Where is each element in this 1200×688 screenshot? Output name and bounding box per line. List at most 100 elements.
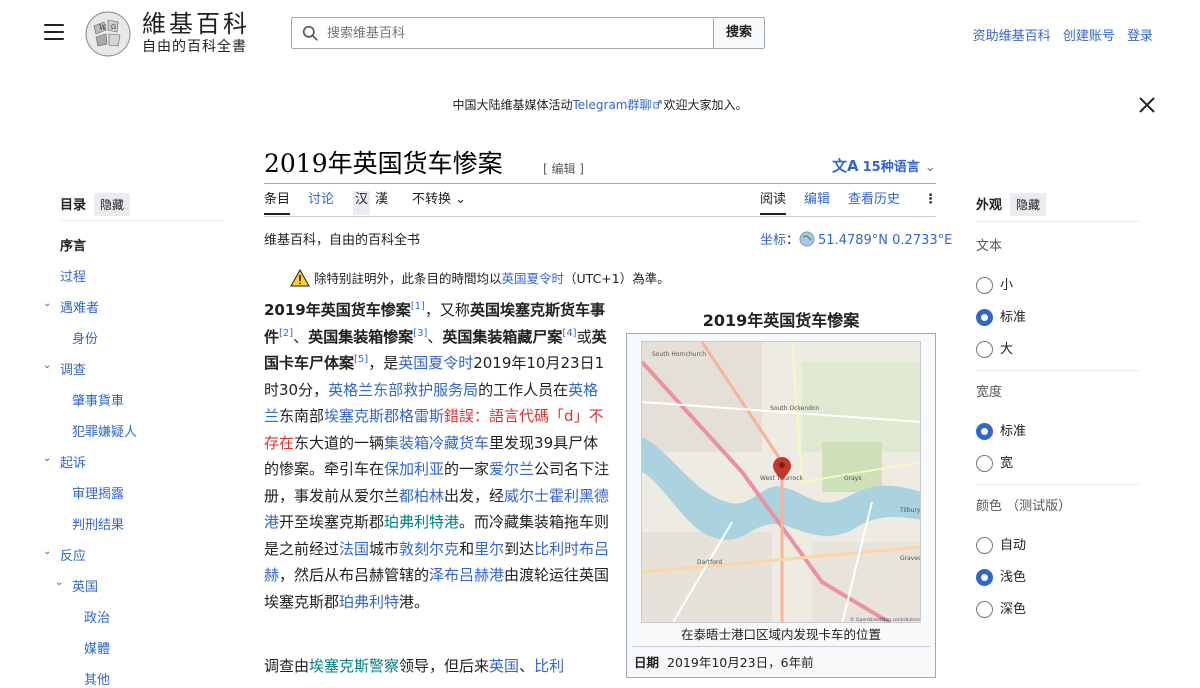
radio-option[interactable]: 宽 [976, 452, 1013, 472]
donate-link[interactable]: 资助维基百科 [973, 29, 1051, 44]
chevron-down-icon[interactable]: ⌄ [55, 577, 63, 588]
radio-label: 标准 [1000, 424, 1027, 439]
article-link[interactable]: 集装箱冷藏货车 [384, 434, 489, 452]
tab-history[interactable]: 查看历史 [848, 191, 900, 215]
toc-hide-button[interactable]: 隐藏 [94, 193, 131, 216]
citation-link[interactable]: [2] [279, 328, 293, 339]
toc-item[interactable]: 起诉 [60, 452, 86, 471]
appearance-section-label: 宽度 [976, 385, 1003, 400]
telegram-link[interactable]: Telegram群聊 [573, 98, 652, 112]
chevron-down-icon[interactable]: ⌄ [43, 360, 51, 371]
toc-item[interactable]: 序言 [60, 235, 86, 254]
external-link-icon [652, 100, 662, 109]
edit-title-link[interactable]: [ 编辑 ] [543, 160, 584, 177]
radio-unselected-icon[interactable] [976, 341, 993, 358]
tab-edit[interactable]: 编辑 [804, 191, 830, 215]
toc-item[interactable]: 媒體 [84, 638, 110, 657]
variant-traditional[interactable]: 漢 [375, 191, 388, 215]
citation-link[interactable]: [1] [411, 301, 425, 312]
variant-dropdown-label: 不转换 [412, 192, 452, 207]
wikipedia-globe-logo[interactable]: W Ω [84, 10, 132, 58]
chevron-down-icon[interactable]: ⌄ [43, 546, 51, 557]
variant-dropdown[interactable]: 不转换 ⌄ [412, 191, 466, 215]
create-account-link[interactable]: 创建账号 [1063, 29, 1115, 44]
text-run: 和 [459, 539, 475, 558]
text-run: 到达 [504, 539, 535, 558]
citation-link[interactable]: [5] [354, 354, 368, 365]
radio-unselected-icon[interactable] [976, 601, 993, 618]
para2-text-3: 、 [519, 657, 535, 675]
toc-item[interactable]: 犯罪嫌疑人 [72, 421, 137, 440]
article-link[interactable]: 敦刻尔克 [399, 540, 459, 558]
radio-option[interactable]: 标准 [976, 420, 1026, 440]
wordmark[interactable]: 維基百科 自由的百科全書 [142, 10, 250, 56]
article-link[interactable]: 爱尔兰 [489, 460, 534, 478]
toc-item[interactable]: 反应 [60, 545, 86, 564]
appearance-hide-button[interactable]: 隐藏 [1010, 193, 1047, 216]
tab-read[interactable]: 阅读 [760, 191, 787, 215]
radio-selected-icon[interactable] [976, 423, 993, 440]
article-link[interactable]: 埃塞克斯郡格雷斯 [324, 407, 444, 425]
para2-link-1[interactable]: 埃塞克斯警察 [309, 657, 399, 675]
radio-option[interactable]: 深色 [976, 598, 1026, 618]
radio-label: 小 [1000, 278, 1014, 293]
chevron-down-icon[interactable]: ⌄ [43, 453, 51, 464]
search-input[interactable] [325, 18, 705, 48]
toc-divider [60, 220, 224, 221]
citation-link[interactable]: [4] [562, 328, 576, 339]
close-notice-button[interactable] [1138, 96, 1156, 114]
radio-option[interactable]: 小 [976, 274, 1013, 294]
toc-item[interactable]: 肇事貨車 [72, 390, 124, 409]
coordinates-value[interactable]: 51.4789°N 0.2733°E [818, 233, 952, 248]
radio-unselected-icon[interactable] [976, 455, 993, 472]
radio-option[interactable]: 标准 [976, 306, 1026, 326]
radio-option[interactable]: 大 [976, 338, 1013, 358]
more-menu-icon[interactable]: ⋮ [924, 191, 937, 215]
svg-text:Gravesend: Gravesend [900, 555, 921, 562]
text-run: 的一家 [444, 460, 490, 478]
toc-item[interactable]: 英国 [72, 576, 98, 595]
tab-article[interactable]: 条目 [264, 191, 291, 215]
tab-talk[interactable]: 讨论 [308, 191, 334, 215]
toc-item[interactable]: 遇难者 [60, 297, 99, 316]
toc-item[interactable]: 身份 [72, 328, 98, 347]
article-link[interactable]: 珀弗利特 [339, 593, 399, 611]
toc-item[interactable]: 政治 [84, 607, 110, 626]
chevron-down-icon[interactable]: ⌄ [43, 298, 51, 309]
toc-item[interactable]: 审理揭露 [72, 483, 124, 502]
article-link[interactable]: 保加利亚 [384, 460, 444, 478]
para2-link-3[interactable]: 比利 [534, 657, 564, 675]
toc-item[interactable]: 过程 [60, 266, 86, 285]
article-link[interactable]: 里尔 [474, 540, 504, 558]
radio-selected-icon[interactable] [976, 569, 993, 586]
radio-unselected-icon[interactable] [976, 277, 993, 294]
main-menu-button[interactable] [44, 24, 64, 40]
toc-item[interactable]: 调查 [60, 359, 86, 378]
text-run: 或 [576, 327, 592, 346]
para2-text-2: 领导，但后来 [399, 657, 490, 675]
language-button[interactable]: 文A 15种语言 ⌄ [832, 155, 936, 176]
article-link-visited[interactable]: 珀弗利特港 [384, 513, 459, 531]
variant-simplified[interactable]: 汉 [353, 191, 371, 215]
tz-link[interactable]: 英国夏令时 [502, 271, 565, 286]
radio-option[interactable]: 浅色 [976, 566, 1026, 586]
article-link[interactable]: 英国夏令时 [398, 354, 473, 372]
radio-option[interactable]: 自动 [976, 534, 1026, 554]
coordinates-label[interactable]: 坐标 [760, 233, 786, 248]
toc-item[interactable]: 其他 [84, 669, 110, 688]
article-link[interactable]: 泽布吕赫港 [429, 566, 504, 584]
wordmark-tagline: 自由的百科全書 [142, 39, 247, 55]
search-button[interactable]: 搜索 [713, 17, 765, 49]
text-run: ，然后从布吕赫管辖的 [279, 566, 430, 584]
citation-link[interactable]: [3] [413, 328, 427, 339]
radio-unselected-icon[interactable] [976, 537, 993, 554]
location-map[interactable]: South Hornchurch South Ockendon West Thu… [641, 341, 921, 623]
para2-link-2[interactable]: 英国 [489, 657, 519, 675]
article-link[interactable]: 都柏林 [399, 487, 444, 505]
article-link[interactable]: 英格兰东部救护服务局 [328, 381, 478, 399]
search-box[interactable] [291, 17, 714, 49]
toc-item[interactable]: 判刑结果 [72, 514, 124, 533]
article-link[interactable]: 法国 [339, 540, 369, 558]
radio-selected-icon[interactable] [976, 309, 993, 326]
login-link[interactable]: 登录 [1127, 29, 1153, 44]
